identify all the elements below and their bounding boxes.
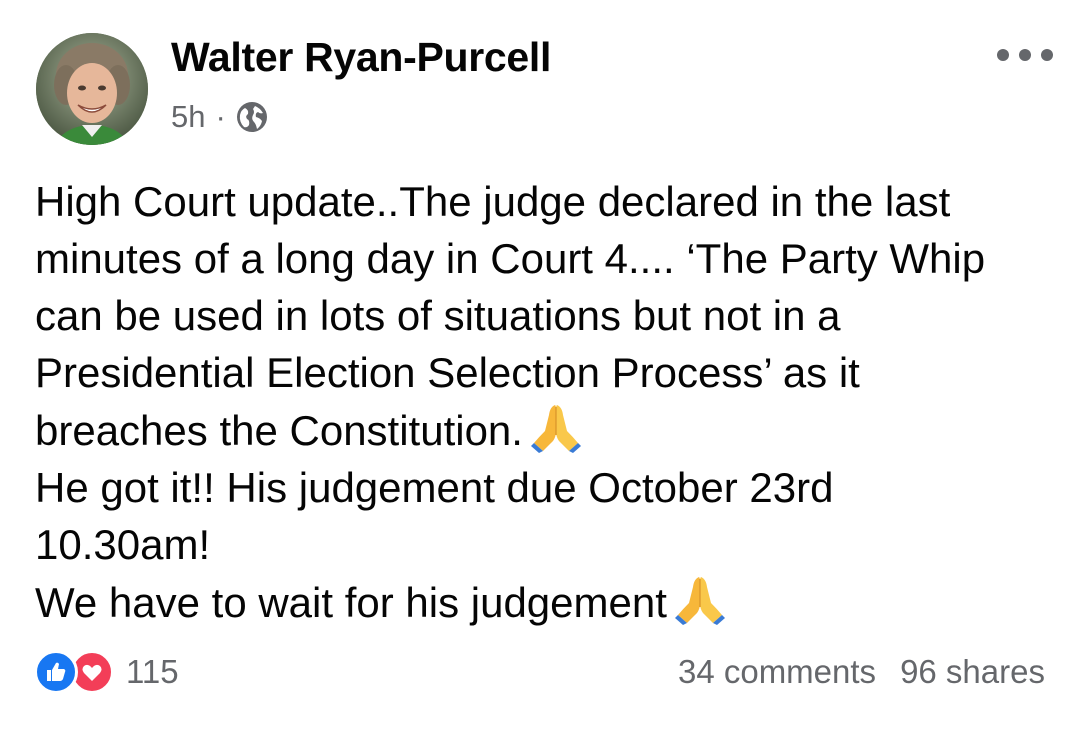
more-options-button[interactable] [997,40,1053,70]
post-text-line-with-emoji: breaches the Constitution. [35,401,1045,459]
post-text-segment: breaches the Constitution. [35,407,523,454]
reactions-summary[interactable]: 115 [34,650,179,694]
more-dot [997,49,1009,61]
author-name[interactable]: Walter Ryan-Purcell [171,34,551,81]
globe-icon [236,102,267,132]
folded-hands-emoji [674,577,725,625]
post-text: High Court update..The judge declared in… [35,173,1045,631]
comments-count-link[interactable]: 34 comments [678,653,876,691]
post-meta: 5h · [171,95,268,139]
post-text-line: Presidential Election Selection Process’… [35,349,860,396]
post-timestamp[interactable]: 5h [171,99,205,135]
like-icon [34,650,78,694]
avatar[interactable] [36,33,148,145]
meta-separator: · [215,99,226,134]
shares-count-link[interactable]: 96 shares [900,653,1045,691]
post-text-line-with-emoji: We have to wait for his judgement [35,573,1045,631]
post-stats: 34 comments 96 shares [678,650,1045,694]
post-text-line: 10.30am! [35,521,211,568]
folded-hands-emoji [530,405,581,453]
more-dot [1041,49,1053,61]
post-text-line: minutes of a long day in Court 4.... ‘Th… [35,235,986,282]
post-text-line: High Court update..The judge declared in… [35,178,951,225]
more-dot [1019,49,1031,61]
avatar-photo [36,33,148,145]
post-text-segment: We have to wait for his judgement [35,579,667,626]
reaction-count: 115 [126,653,179,690]
post-text-line: can be used in lots of situations but no… [35,292,841,339]
facebook-post: Walter Ryan-Purcell 5h · High Court upda… [0,0,1080,733]
post-text-line: He got it!! His judgement due October 23… [35,464,834,511]
